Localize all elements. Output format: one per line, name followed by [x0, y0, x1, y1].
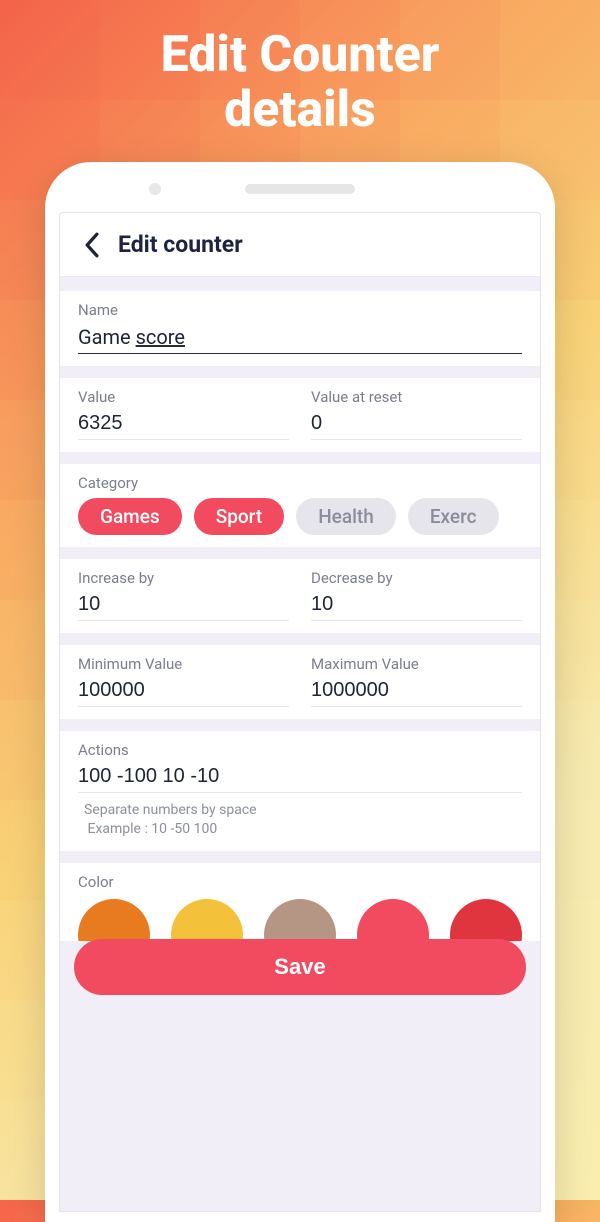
name-text-underlined: score [136, 325, 185, 349]
actions-input[interactable] [78, 763, 522, 793]
value-label: Value [78, 388, 289, 406]
step-section: Increase by Decrease by [60, 559, 540, 633]
form-scroll[interactable]: Name Game score Value Value at reset [60, 277, 540, 1211]
color-swatches [78, 899, 522, 941]
promo-headline-line2: details [224, 81, 376, 139]
speaker-slot [245, 184, 355, 194]
reset-value-label: Value at reset [311, 388, 522, 406]
save-bar: Save [60, 939, 540, 995]
promo-headline-line1: Edit Counter [161, 26, 440, 84]
actions-label: Actions [78, 741, 522, 759]
phone-notch [59, 176, 541, 202]
app-bar: Edit counter [60, 213, 540, 277]
color-section: Color [60, 863, 540, 941]
increase-input[interactable] [78, 591, 289, 621]
actions-helper: Separate numbers by space Example : 10 -… [78, 801, 522, 839]
decrease-label: Decrease by [311, 569, 522, 587]
category-chip-exerc[interactable]: Exerc [408, 498, 499, 535]
back-button[interactable] [78, 232, 104, 258]
promo-headline: Edit Counter details [0, 0, 600, 162]
max-input[interactable] [311, 677, 522, 707]
actions-helper-line1: Separate numbers by space [84, 802, 257, 818]
decrease-input[interactable] [311, 591, 522, 621]
name-input[interactable]: Game score [78, 323, 522, 354]
category-chips: Games Sport Health Exerc [78, 498, 522, 535]
color-swatch-3[interactable] [357, 899, 429, 941]
min-label: Minimum Value [78, 655, 289, 673]
color-label: Color [78, 873, 522, 891]
category-chip-health[interactable]: Health [296, 498, 396, 535]
category-chip-sport[interactable]: Sport [194, 498, 284, 535]
app-screen: Edit counter Name Game score Value Value… [59, 212, 541, 1212]
max-label: Maximum Value [311, 655, 522, 673]
value-input[interactable] [78, 410, 289, 440]
color-swatch-2[interactable] [264, 899, 336, 941]
name-section: Name Game score [60, 291, 540, 366]
name-text-plain: Game [78, 325, 136, 349]
value-section: Value Value at reset [60, 378, 540, 452]
category-chip-games[interactable]: Games [78, 498, 182, 535]
color-swatch-0[interactable] [78, 899, 150, 941]
category-section: Category Games Sport Health Exerc [60, 464, 540, 547]
appbar-title: Edit counter [118, 231, 243, 258]
actions-helper-line2: Example : 10 -50 100 [87, 821, 217, 837]
name-label: Name [78, 301, 522, 319]
category-label: Category [78, 474, 522, 492]
minmax-section: Minimum Value Maximum Value [60, 645, 540, 719]
color-swatch-1[interactable] [171, 899, 243, 941]
min-input[interactable] [78, 677, 289, 707]
increase-label: Increase by [78, 569, 289, 587]
color-swatch-4[interactable] [450, 899, 522, 941]
camera-dot [149, 183, 161, 195]
phone-frame: Edit counter Name Game score Value Value… [45, 162, 555, 1222]
save-button[interactable]: Save [74, 939, 526, 995]
reset-value-input[interactable] [311, 410, 522, 440]
actions-section: Actions Separate numbers by space Exampl… [60, 731, 540, 851]
chevron-left-icon [83, 232, 100, 258]
